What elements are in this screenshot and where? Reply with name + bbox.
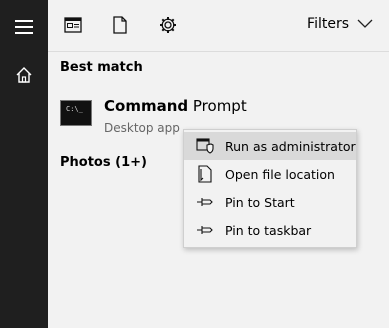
- filters-dropdown[interactable]: Filters: [307, 16, 373, 32]
- context-menu: Run as administrator Open file location …: [183, 129, 357, 248]
- folder-location-icon: [196, 165, 214, 183]
- result-title-bold: Command: [104, 97, 189, 115]
- home-icon[interactable]: [0, 51, 48, 99]
- menu-item-label: Pin to taskbar: [225, 222, 312, 238]
- menu-item-label: Run as administrator: [225, 138, 356, 154]
- documents-icon[interactable]: [61, 13, 85, 37]
- result-title: Command Prompt: [104, 97, 247, 115]
- filters-label: Filters: [307, 16, 349, 32]
- menu-item-pin-to-taskbar[interactable]: Pin to taskbar: [184, 216, 356, 244]
- pin-icon: [196, 221, 214, 239]
- result-title-rest: Prompt: [188, 97, 247, 115]
- menu-item-pin-to-start[interactable]: Pin to Start: [184, 188, 356, 216]
- command-prompt-icon-text: C:\_: [66, 105, 83, 113]
- chevron-down-icon: [357, 16, 373, 32]
- command-prompt-icon: C:\_: [60, 100, 92, 126]
- menu-item-label: Open file location: [225, 166, 335, 182]
- left-rail: [0, 0, 48, 328]
- search-filter-bar: Filters: [48, 0, 389, 52]
- best-match-heading: Best match: [60, 60, 143, 75]
- file-icon[interactable]: [108, 13, 132, 37]
- photos-heading[interactable]: Photos (1+): [60, 155, 147, 170]
- menu-item-open-file-location[interactable]: Open file location: [184, 160, 356, 188]
- shield-admin-icon: [196, 137, 214, 155]
- menu-item-run-as-administrator[interactable]: Run as administrator: [184, 132, 356, 160]
- menu-item-label: Pin to Start: [225, 194, 295, 210]
- pin-icon: [196, 193, 214, 211]
- settings-gear-icon[interactable]: [156, 13, 180, 37]
- hamburger-menu-icon[interactable]: [0, 3, 48, 51]
- result-subtitle: Desktop app: [104, 121, 180, 135]
